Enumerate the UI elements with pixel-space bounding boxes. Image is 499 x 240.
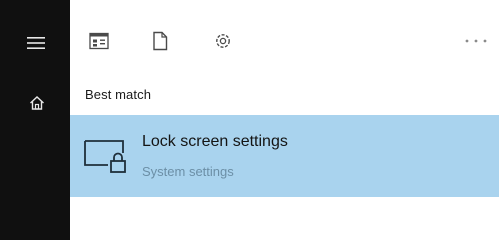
document-icon[interactable] [149, 30, 171, 52]
home-icon[interactable] [25, 91, 49, 115]
more-options-icon[interactable] [463, 34, 489, 48]
hamburger-menu-icon[interactable] [24, 31, 48, 55]
result-title: Lock screen settings [142, 133, 288, 150]
apps-icon[interactable] [88, 30, 110, 52]
navigation-rail [0, 0, 70, 240]
search-window: Best match Lock screen settings System s… [0, 0, 499, 240]
lock-screen-icon [83, 139, 131, 177]
search-filter-toolbar [70, 0, 499, 82]
gear-icon[interactable] [212, 30, 234, 52]
best-match-result[interactable]: Lock screen settings System settings [70, 115, 499, 197]
section-title-best-match: Best match [85, 87, 152, 102]
result-subtitle: System settings [142, 164, 234, 179]
